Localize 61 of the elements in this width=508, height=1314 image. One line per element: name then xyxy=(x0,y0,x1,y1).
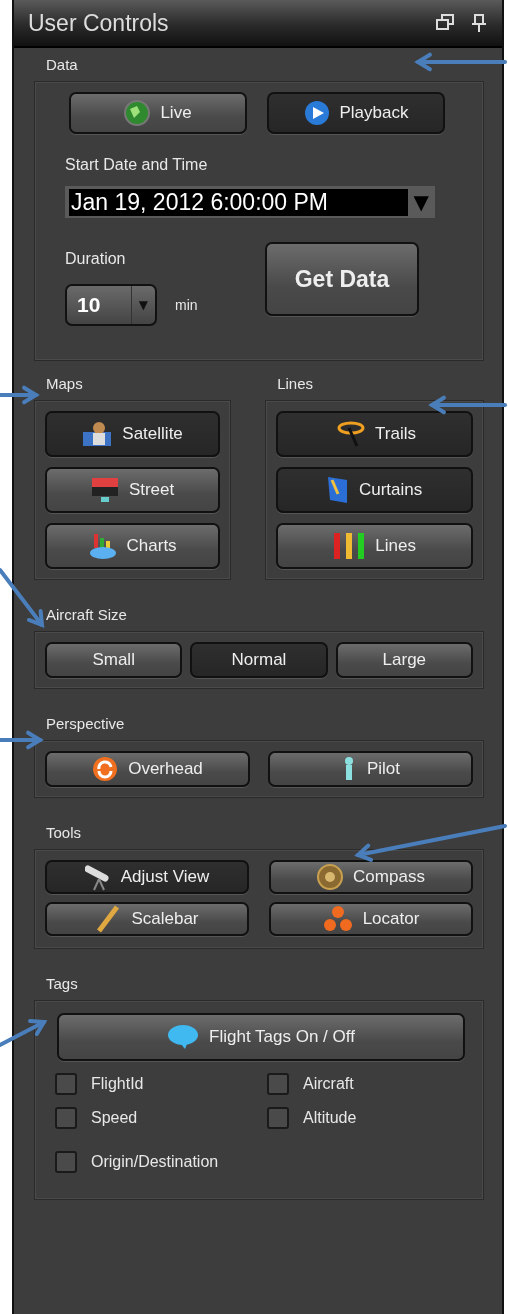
checkbox-label: Altitude xyxy=(303,1109,357,1127)
telescope-icon xyxy=(84,863,111,891)
play-icon xyxy=(303,100,330,126)
annotation-arrow xyxy=(0,385,40,405)
size-button[interactable]: Normal xyxy=(190,642,328,678)
pin-icon[interactable] xyxy=(472,14,486,32)
annotation-arrow xyxy=(0,1019,48,1047)
section-label: Data xyxy=(46,56,78,73)
checkbox-label: FlightId xyxy=(91,1075,144,1093)
person-icon xyxy=(82,420,113,448)
option-button[interactable]: Street xyxy=(45,467,221,513)
window-title: User Controls xyxy=(28,9,169,37)
tool-button[interactable]: Locator xyxy=(269,902,473,936)
perspective-button[interactable]: Overhead xyxy=(45,751,250,787)
chart-icon xyxy=(88,532,117,560)
size-button[interactable]: Large xyxy=(335,642,473,678)
checkbox-label: Aircraft xyxy=(303,1075,354,1093)
checkbox[interactable] xyxy=(55,1073,77,1095)
section-label: Lines xyxy=(277,375,313,392)
tool-button[interactable]: Scalebar xyxy=(45,902,249,936)
checkbox[interactable] xyxy=(55,1107,77,1129)
mode-button[interactable]: Live xyxy=(69,92,247,134)
field-label: Start Date and Time xyxy=(65,156,209,174)
mode-button[interactable]: Playback xyxy=(267,92,445,134)
option-button[interactable]: Lines xyxy=(276,523,473,569)
tool-button[interactable]: Compass xyxy=(269,860,473,894)
annotation-arrow xyxy=(0,730,44,750)
option-button[interactable]: Trails xyxy=(276,411,473,457)
option-button[interactable]: Charts xyxy=(45,523,221,569)
bars-icon xyxy=(333,532,366,560)
section-label: Tools xyxy=(46,824,82,841)
unit-label: min xyxy=(175,297,198,313)
perspective-button[interactable]: Pilot xyxy=(268,751,473,787)
dots-icon xyxy=(322,905,353,933)
globe-icon xyxy=(124,100,151,126)
speech-bubble-icon xyxy=(167,1024,200,1050)
option-button[interactable]: Curtains xyxy=(276,467,473,513)
section-label: Perspective xyxy=(46,715,125,732)
size-button[interactable]: Small xyxy=(45,642,183,678)
compass-icon xyxy=(317,864,344,890)
tool-button[interactable]: Adjust View xyxy=(45,860,249,894)
section-label: Maps xyxy=(46,375,83,392)
section-label: Tags xyxy=(46,975,78,992)
checkbox[interactable] xyxy=(267,1073,289,1095)
option-button[interactable]: Satellite xyxy=(45,411,221,457)
checkbox-label: Speed xyxy=(91,1109,138,1127)
field-label: Duration xyxy=(65,250,127,268)
flight-tags-toggle-button[interactable]: Flight Tags On / Off xyxy=(57,1013,465,1061)
ruler-icon xyxy=(95,905,122,933)
checkbox[interactable] xyxy=(267,1107,289,1129)
checkbox-label: Origin/Destination xyxy=(91,1153,219,1171)
checkbox[interactable] xyxy=(55,1151,77,1173)
annotation-arrow xyxy=(0,568,45,629)
duration-spinner[interactable]: 10 ▼ xyxy=(65,284,157,326)
monitor-icon xyxy=(90,476,119,504)
section-label: Aircraft Size xyxy=(46,606,127,623)
get-data-button[interactable]: Get Data xyxy=(265,242,419,316)
date-time-field[interactable]: Jan 19, 2012 6:00:00 PM ▼ xyxy=(65,186,435,218)
panel-icon xyxy=(326,476,349,504)
refresh-icon xyxy=(92,756,119,782)
restore-icon[interactable] xyxy=(436,14,454,30)
